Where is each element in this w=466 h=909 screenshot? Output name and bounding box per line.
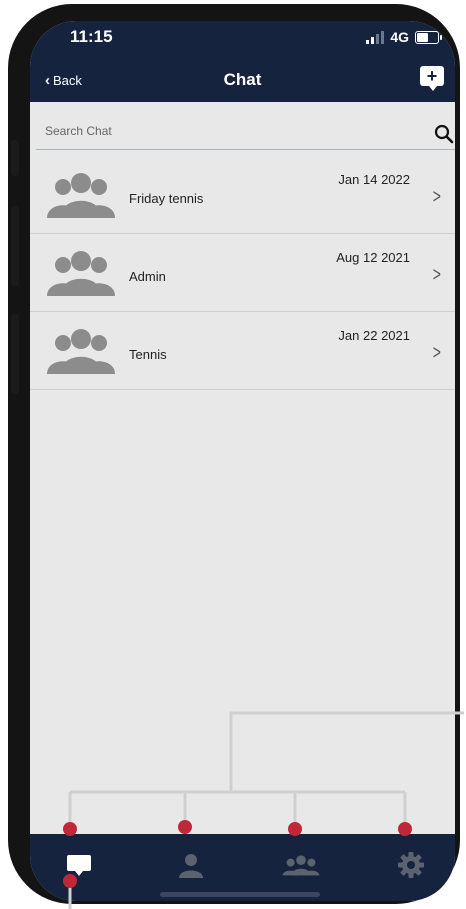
chat-row[interactable]: Friday tennis Jan 14 2022 > (30, 156, 455, 234)
network-label: 4G (390, 29, 409, 45)
top-bar: 11:15 4G ‹ Back Chat + (30, 21, 455, 102)
chat-icon (67, 855, 91, 876)
status-indicators: 4G (366, 29, 442, 45)
tab-profile[interactable] (171, 847, 211, 883)
tab-chat[interactable] (59, 847, 99, 883)
chevron-right-icon: > (433, 186, 442, 208)
chevron-right-icon: > (433, 342, 442, 364)
chat-date: Jan 14 2022 (338, 172, 410, 187)
mute-switch (11, 140, 19, 176)
group-avatar-icon (47, 329, 115, 374)
home-indicator (160, 892, 320, 897)
status-time: 11:15 (70, 27, 113, 46)
group-avatar-icon (47, 251, 115, 296)
chat-row[interactable]: Admin Aug 12 2021 > (30, 234, 455, 312)
search-icon[interactable] (433, 123, 455, 145)
search-input[interactable] (36, 123, 433, 139)
battery-icon (415, 30, 442, 44)
search-bar (36, 113, 455, 150)
add-chat-button[interactable]: + (420, 66, 444, 91)
gear-icon (398, 852, 424, 878)
add-chat-icon: + (426, 66, 438, 86)
chat-name: Tennis (129, 347, 167, 362)
chat-row[interactable]: Tennis Jan 22 2021 > (30, 312, 455, 390)
tab-groups[interactable] (281, 847, 321, 883)
bottom-tab-bar (30, 834, 455, 901)
chat-name: Friday tennis (129, 191, 204, 206)
chat-name: Admin (129, 269, 166, 284)
volume-down-button (11, 314, 19, 394)
chat-date: Aug 12 2021 (336, 250, 410, 265)
group-avatar-icon (47, 173, 115, 218)
chat-list: Friday tennis Jan 14 2022 > Admin Aug 12 202… (30, 156, 455, 390)
person-icon (179, 854, 203, 878)
group-icon (282, 855, 320, 876)
volume-up-button (11, 206, 19, 286)
phone-frame: 11:15 4G ‹ Back Chat + Search Chat Frida… (8, 4, 460, 904)
page-title: Chat (223, 70, 262, 89)
tab-settings[interactable] (391, 847, 431, 883)
chevron-right-icon: > (433, 264, 442, 286)
signal-icon (366, 30, 385, 44)
chat-date: Jan 22 2021 (338, 328, 410, 343)
app-screen: 11:15 4G ‹ Back Chat + Search Chat Frida… (30, 21, 455, 901)
